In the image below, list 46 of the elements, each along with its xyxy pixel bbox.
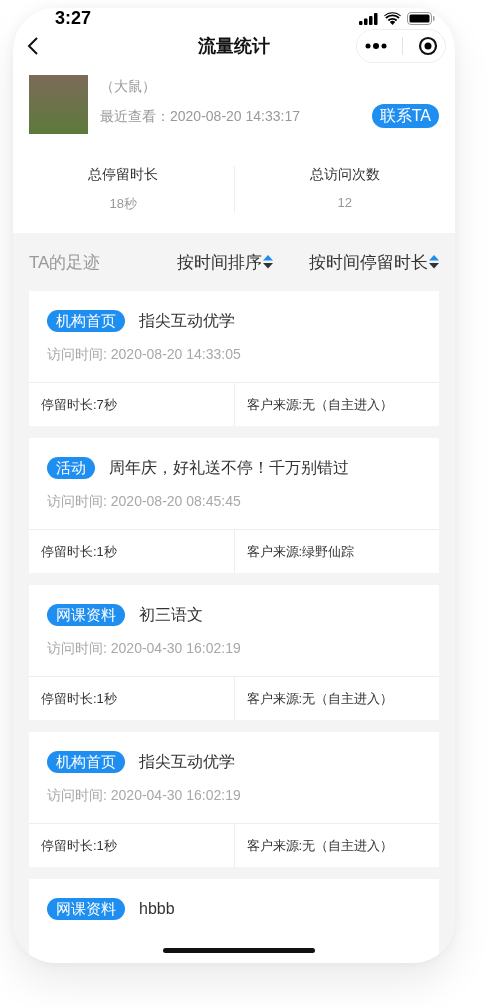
source-text: 客户来源:无（自主进入）	[233, 383, 439, 426]
visit-time: 访问时间: 2020-08-20 08:45:45	[47, 493, 242, 511]
source-text: 客户来源:无（自主进入）	[233, 824, 439, 867]
sort-icon	[263, 255, 273, 269]
sort-icon	[429, 255, 439, 269]
photo-placeholder	[29, 75, 88, 134]
duration-text: 停留时长:1秒	[40, 542, 118, 561]
section-title: TA的足迹	[29, 251, 101, 274]
page-title: 流量统计	[198, 36, 270, 56]
duration-text: 停留时长:7秒	[40, 395, 118, 414]
back-icon[interactable]	[27, 36, 39, 56]
sort-button[interactable]: 按时间停留时长	[309, 250, 439, 274]
visit-time: 访问时间: 2020-08-20 14:33:05	[47, 346, 242, 364]
visit-title: 指尖互动优学	[139, 310, 235, 331]
more-icon[interactable]	[364, 43, 387, 49]
source-text: 客户来源:绿野仙踪	[233, 530, 439, 573]
category-tag: 机构首页	[47, 751, 125, 773]
battery-icon	[407, 12, 435, 25]
user-name: （大鼠）	[100, 78, 157, 96]
visit-title: 周年庆，好礼送不停！千万别错过	[109, 457, 349, 478]
stat-value: 18秒	[109, 195, 137, 213]
category-tag: 活动	[47, 457, 95, 479]
visit-time: 访问时间: 2020-04-30 16:02:19	[47, 640, 242, 658]
status-time: 3:27	[55, 8, 92, 29]
visit-title: hbbb	[139, 900, 175, 918]
visit-title: 指尖互动优学	[139, 751, 235, 772]
source-text: 客户来源:无（自主进入）	[233, 677, 439, 720]
visit-card[interactable]: 机构首页 指尖互动优学 访问时间: 2020-04-30 16:02:19 停留时长:1秒 客户来源:无（自主进入）	[29, 732, 439, 867]
visit-card[interactable]: 活动 周年庆，好礼送不停！千万别错过 访问时间: 2020-08-20 08:45:45 停留时长:1秒 客户来源:绿野仙踪	[29, 438, 439, 573]
visit-title: 初三语文	[139, 604, 203, 625]
category-tag: 机构首页	[47, 310, 125, 332]
visit-card[interactable]: 机构首页 指尖互动优学 访问时间: 2020-08-20 14:33:05 停留时长:7秒 客户来源:无（自主进入）	[29, 291, 439, 426]
duration-text: 停留时长:1秒	[40, 689, 118, 708]
stat-label: 总访问次数	[309, 166, 380, 184]
duration-text: 停留时长:1秒	[40, 836, 118, 855]
category-tag: 网课资料	[47, 898, 125, 920]
sort-button[interactable]: 按时间排序	[177, 250, 273, 274]
visit-time: 访问时间: 2020-04-30 16:02:19	[47, 787, 242, 805]
visit-card[interactable]: 网课资料 hbbb	[29, 879, 439, 963]
last-viewed-text: 最近查看：2020-08-20 14:33:17	[100, 108, 300, 126]
category-tag: 网课资料	[47, 604, 125, 626]
signal-icon	[359, 12, 378, 25]
wifi-icon	[384, 12, 401, 25]
stat-label: 总停留时长	[88, 166, 159, 184]
visit-card[interactable]: 网课资料 初三语文 访问时间: 2020-04-30 16:02:19 停留时长:1秒 客户来源:无（自主进入）	[29, 585, 439, 720]
stat-value: 12	[337, 195, 352, 210]
